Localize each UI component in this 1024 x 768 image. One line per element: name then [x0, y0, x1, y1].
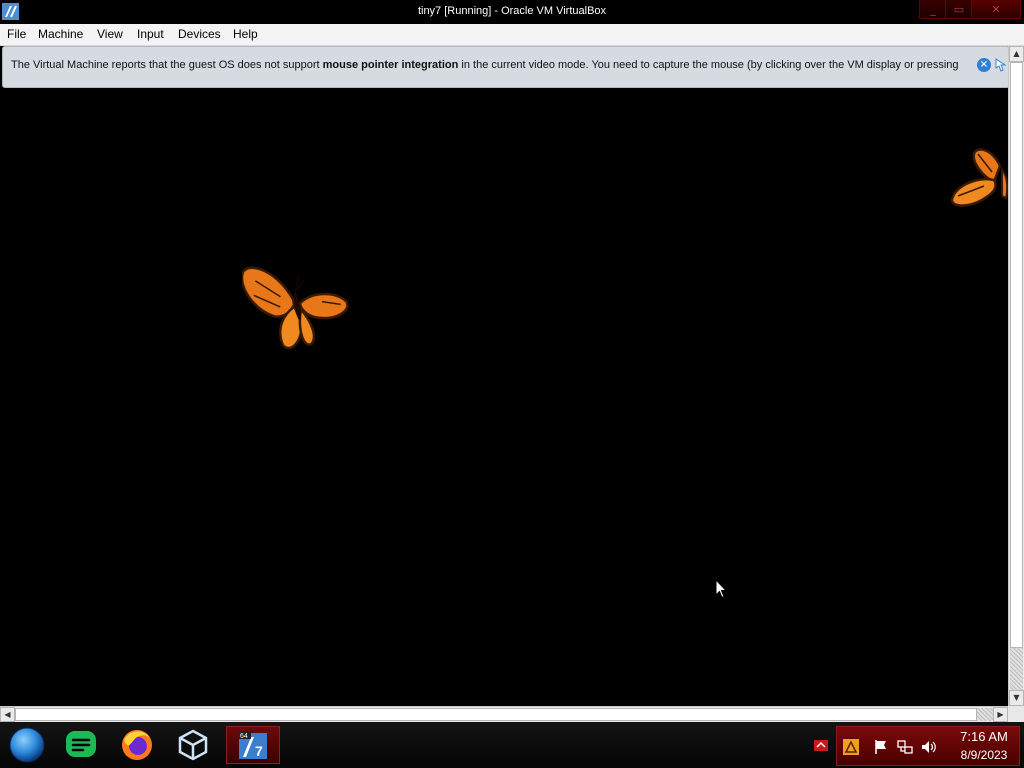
close-button[interactable]: ✕ — [971, 0, 1021, 19]
butterfly-image — [242, 266, 349, 350]
scroll-left-button[interactable]: ◀ — [0, 707, 15, 722]
mouse-integration-notification: The Virtual Machine reports that the gue… — [2, 46, 1010, 88]
chat-icon — [66, 731, 96, 757]
notification-options-icon[interactable] — [995, 56, 1009, 72]
clock-time[interactable]: 7:16 AM — [949, 729, 1019, 744]
notification-text-before: The Virtual Machine reports that the gue… — [11, 59, 323, 71]
horizontal-scrollbar[interactable]: ◀ ▶ — [0, 706, 1008, 722]
virtualbox-icon — [178, 729, 208, 761]
vm-display[interactable] — [0, 90, 1008, 706]
menu-help[interactable]: Help — [233, 27, 258, 41]
taskbar-tiny7-vm[interactable]: 64 7 — [226, 726, 280, 764]
scrollbar-corner — [1008, 706, 1024, 722]
notification-message: The Virtual Machine reports that the gue… — [11, 59, 959, 71]
tray-app-icon[interactable] — [843, 739, 859, 755]
notification-close-icon[interactable]: × — [977, 58, 991, 72]
title-bar: tiny7 [Running] - Oracle VM VirtualBox _… — [0, 0, 1024, 24]
menu-machine[interactable]: Machine — [38, 27, 83, 41]
minimize-button[interactable]: _ — [919, 0, 947, 19]
firefox-icon — [122, 730, 152, 760]
mouse-cursor-icon — [715, 579, 727, 599]
tiny7-vm-icon: 64 7 — [239, 731, 267, 759]
show-hidden-icons-icon[interactable] — [814, 740, 828, 751]
network-icon[interactable] — [897, 739, 913, 755]
scroll-down-button[interactable]: ▼ — [1009, 690, 1024, 706]
scroll-right-button[interactable]: ▶ — [993, 707, 1008, 722]
horizontal-scroll-thumb[interactable] — [15, 708, 977, 721]
action-center-flag-icon[interactable] — [873, 739, 889, 755]
clock-date[interactable]: 8/9/2023 — [949, 748, 1019, 762]
start-orb-icon — [9, 727, 45, 763]
svg-text:7: 7 — [255, 743, 263, 759]
menu-bar: File Machine View Input Devices Help — [0, 24, 1024, 46]
start-button[interactable] — [0, 726, 54, 764]
taskbar-chat-app[interactable] — [54, 726, 108, 764]
svg-text:64: 64 — [240, 733, 248, 740]
maximize-button[interactable]: ▭ — [945, 0, 973, 19]
horizontal-scroll-track[interactable] — [977, 708, 993, 721]
volume-icon[interactable] — [921, 739, 937, 755]
menu-view[interactable]: View — [97, 27, 123, 41]
system-tray: 7:16 AM 8/9/2023 — [836, 726, 1020, 766]
menu-input[interactable]: Input — [137, 27, 164, 41]
scroll-up-button[interactable]: ▲ — [1009, 46, 1024, 62]
notification-text-bold: mouse pointer integration — [322, 59, 459, 71]
vertical-scroll-thumb[interactable] — [1010, 62, 1023, 648]
menu-devices[interactable]: Devices — [178, 27, 221, 41]
window-title: tiny7 [Running] - Oracle VM VirtualBox — [417, 5, 607, 17]
notification-text-after: in the current video mode. You need to c… — [458, 59, 959, 71]
taskbar-firefox[interactable] — [110, 726, 164, 764]
taskbar-virtualbox[interactable] — [166, 726, 220, 764]
vertical-scrollbar[interactable]: ▲ ▼ — [1008, 46, 1024, 706]
menu-file[interactable]: File — [7, 27, 26, 41]
vertical-scroll-track[interactable] — [1010, 648, 1023, 692]
butterfly-image — [950, 148, 1008, 207]
